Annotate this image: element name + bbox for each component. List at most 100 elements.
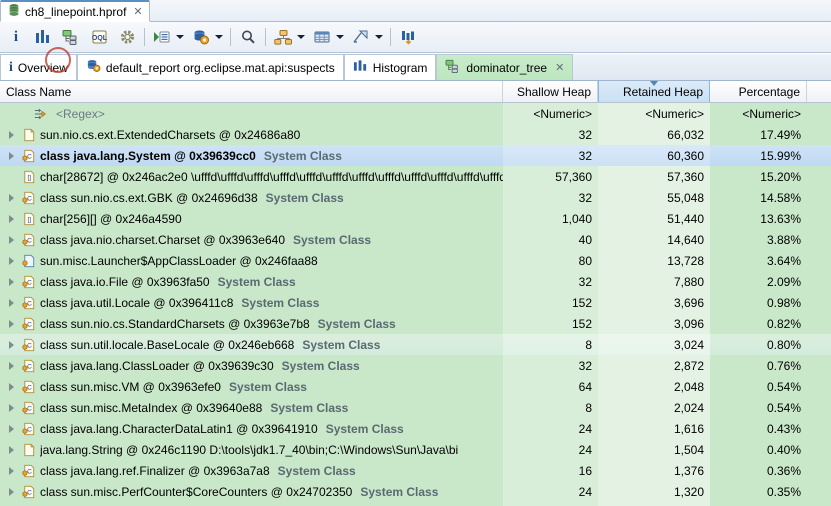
table-row[interactable]: java.lang.Thread @ 0x24680a90 mainThread… xyxy=(0,502,831,506)
cell-class-name[interactable]: Cclass java.io.File @ 0x3963fa50System C… xyxy=(0,271,503,292)
open-query-browser-icon[interactable] xyxy=(190,25,212,49)
cell-class-name[interactable]: Cclass java.lang.ClassLoader @ 0x39639c3… xyxy=(0,355,503,376)
expand-arrow-icon[interactable] xyxy=(4,341,18,349)
table-row[interactable]: Cclass sun.misc.VM @ 0x3963efe0System Cl… xyxy=(0,376,831,397)
expand-arrow-icon[interactable] xyxy=(4,236,18,244)
cell-class-name[interactable]: sun.misc.Launcher$AppClassLoader @ 0x246… xyxy=(0,250,503,271)
editor-tab-heap-dump[interactable]: ch8_linepoint.hprof ✕ xyxy=(0,0,150,22)
class-name-suffix-label: System Class xyxy=(241,296,319,310)
cell-class-name[interactable]: Cclass java.nio.charset.Charset @ 0x3963… xyxy=(0,229,503,250)
group-by-dropdown-arrow-icon[interactable] xyxy=(295,35,306,39)
expand-arrow-icon[interactable] xyxy=(4,383,18,391)
run-expert-system-test-icon[interactable] xyxy=(151,25,173,49)
table-row[interactable]: sun.misc.Launcher$AppClassLoader @ 0x246… xyxy=(0,250,831,271)
expand-arrow-icon[interactable] xyxy=(4,446,18,454)
class-name-label: class java.lang.ref.Finalizer @ 0x3963a7… xyxy=(40,464,270,478)
expand-arrow-icon[interactable] xyxy=(4,362,18,370)
cell-class-name[interactable]: java.lang.String @ 0x246c1190 D:\tools\j… xyxy=(0,439,503,460)
table-row[interactable]: Cclass java.util.Locale @ 0x396411c8Syst… xyxy=(0,292,831,313)
table-row[interactable]: Cclass java.lang.ref.Finalizer @ 0x3963a… xyxy=(0,460,831,481)
column-header-percentage[interactable]: Percentage xyxy=(710,81,807,102)
cell-class-name[interactable]: Cclass sun.util.locale.BaseLocale @ 0x24… xyxy=(0,334,503,355)
table-row[interactable]: Cclass sun.misc.MetaIndex @ 0x39640e88Sy… xyxy=(0,397,831,418)
tab-dominator-tree[interactable]: dominator_tree ✕ xyxy=(436,54,573,80)
histogram-icon[interactable] xyxy=(32,25,54,49)
table-row[interactable]: Cclass sun.util.locale.BaseLocale @ 0x24… xyxy=(0,334,831,355)
expand-arrow-icon[interactable] xyxy=(4,215,18,223)
expand-arrow-icon[interactable] xyxy=(4,131,18,139)
retained-size-dropdown-arrow-icon[interactable] xyxy=(334,35,345,39)
query-browser-gear-icon[interactable] xyxy=(116,25,138,49)
cell-class-name[interactable]: Cclass java.lang.ref.Finalizer @ 0x3963a… xyxy=(0,460,503,481)
info-icon: i xyxy=(9,60,13,76)
expand-arrow-icon[interactable] xyxy=(4,404,18,412)
group-by-icon[interactable] xyxy=(272,25,294,49)
info-icon[interactable]: i xyxy=(6,25,26,49)
oql-icon[interactable]: OQL xyxy=(88,25,110,49)
filter-class-name-input[interactable]: <Regex> xyxy=(56,107,105,121)
table-body[interactable]: <Regex> <Numeric> <Numeric> <Numeric> su… xyxy=(0,103,831,506)
export-dropdown-arrow-icon[interactable] xyxy=(373,35,384,39)
search-icon[interactable] xyxy=(237,25,259,49)
close-icon[interactable]: ✕ xyxy=(133,5,142,18)
compare-icon[interactable] xyxy=(397,25,419,49)
class-name-label: class java.lang.CharacterDataLatin1 @ 0x… xyxy=(40,422,318,436)
cell-class-name[interactable]: Cclass java.lang.CharacterDataLatin1 @ 0… xyxy=(0,418,503,439)
table-row[interactable]: Cclass java.io.File @ 0x3963fa50System C… xyxy=(0,271,831,292)
expand-arrow-icon[interactable] xyxy=(4,320,18,328)
table-row[interactable]: []char[28672] @ 0x246ac2e0 \ufffd\ufffd\… xyxy=(0,166,831,187)
cell-class-name[interactable]: Cclass sun.misc.MetaIndex @ 0x39640e88Sy… xyxy=(0,397,503,418)
tab-default-report[interactable]: default_report org.eclipse.mat.api:suspe… xyxy=(77,54,344,80)
cell-class-name[interactable]: []char[256][] @ 0x246a4590 xyxy=(0,208,503,229)
column-header-retained-heap[interactable]: Retained Heap xyxy=(598,81,710,102)
expand-arrow-icon[interactable] xyxy=(4,488,18,496)
cell-class-name[interactable]: Cclass sun.misc.VM @ 0x3963efe0System Cl… xyxy=(0,376,503,397)
cell-shallow-heap: 32 xyxy=(503,187,598,208)
table-row[interactable]: Cclass sun.misc.PerfCounter$CoreCounters… xyxy=(0,481,831,502)
table-row[interactable]: []char[256][] @ 0x246a45901,04051,44013.… xyxy=(0,208,831,229)
table-row[interactable]: Cclass sun.nio.cs.ext.GBK @ 0x24696d38Sy… xyxy=(0,187,831,208)
tab-overview[interactable]: i Overview xyxy=(0,54,77,80)
cell-class-name[interactable]: Cclass sun.misc.PerfCounter$CoreCounters… xyxy=(0,481,503,502)
dominator-tree-icon[interactable] xyxy=(60,25,82,49)
cell-retained-heap: 1,504 xyxy=(598,439,710,460)
expand-arrow-icon[interactable] xyxy=(4,152,18,160)
expand-arrow-icon[interactable] xyxy=(4,278,18,286)
expand-arrow-icon[interactable] xyxy=(4,299,18,307)
filter-row[interactable]: <Regex> <Numeric> <Numeric> <Numeric> xyxy=(0,103,831,124)
query-dropdown-arrow-icon[interactable] xyxy=(213,35,224,39)
export-icon[interactable] xyxy=(350,25,372,49)
column-header-class-name[interactable]: Class Name xyxy=(0,81,503,102)
run-dropdown-arrow-icon[interactable] xyxy=(174,35,185,39)
expand-arrow-icon[interactable] xyxy=(4,425,18,433)
table-row[interactable]: Cclass java.lang.ClassLoader @ 0x39639c3… xyxy=(0,355,831,376)
table-row[interactable]: java.lang.String @ 0x246c1190 D:\tools\j… xyxy=(0,439,831,460)
cell-class-name[interactable]: java.lang.Thread @ 0x24680a90 mainThread xyxy=(0,502,503,506)
expand-arrow-icon[interactable] xyxy=(4,257,18,265)
table-row[interactable]: sun.nio.cs.ext.ExtendedCharsets @ 0x2468… xyxy=(0,124,831,145)
class-name-label: class sun.util.locale.BaseLocale @ 0x246… xyxy=(40,338,294,352)
table-row[interactable]: Cclass java.nio.charset.Charset @ 0x3963… xyxy=(0,229,831,250)
instance-icon xyxy=(21,442,37,458)
table-row[interactable]: Cclass java.lang.CharacterDataLatin1 @ 0… xyxy=(0,418,831,439)
table-row[interactable]: Cclass sun.nio.cs.StandardCharsets @ 0x3… xyxy=(0,313,831,334)
expand-arrow-icon[interactable] xyxy=(4,467,18,475)
filter-retained-heap-input[interactable]: <Numeric> xyxy=(598,103,710,124)
editor-tab-title: ch8_linepoint.hprof xyxy=(25,5,126,19)
cell-retained-heap: 3,096 xyxy=(598,313,710,334)
cell-class-name[interactable]: []char[28672] @ 0x246ac2e0 \ufffd\ufffd\… xyxy=(0,166,503,187)
close-icon[interactable]: ✕ xyxy=(555,61,564,74)
cell-class-name[interactable]: Cclass java.lang.System @ 0x39639cc0Syst… xyxy=(0,145,503,166)
cell-percentage: 0.40% xyxy=(710,439,807,460)
table-row[interactable]: Cclass java.lang.System @ 0x39639cc0Syst… xyxy=(0,145,831,166)
filter-shallow-heap-input[interactable]: <Numeric> xyxy=(503,103,598,124)
cell-class-name[interactable]: sun.nio.cs.ext.ExtendedCharsets @ 0x2468… xyxy=(0,124,503,145)
tab-histogram[interactable]: Histogram xyxy=(344,54,437,80)
cell-class-name[interactable]: Cclass java.util.Locale @ 0x396411c8Syst… xyxy=(0,292,503,313)
cell-class-name[interactable]: Cclass sun.nio.cs.ext.GBK @ 0x24696d38Sy… xyxy=(0,187,503,208)
column-header-shallow-heap[interactable]: Shallow Heap xyxy=(503,81,598,102)
expand-arrow-icon[interactable] xyxy=(4,194,18,202)
calculate-retained-size-icon[interactable] xyxy=(311,25,333,49)
cell-class-name[interactable]: Cclass sun.nio.cs.StandardCharsets @ 0x3… xyxy=(0,313,503,334)
filter-percentage-input[interactable]: <Numeric> xyxy=(710,103,807,124)
